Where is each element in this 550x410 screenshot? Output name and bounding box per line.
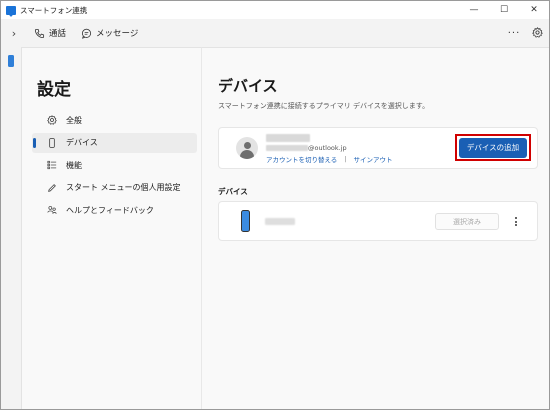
window-title: スマートフォン連携 — [20, 5, 88, 15]
window-controls: — ☐ ✕ — [459, 1, 549, 19]
sign-out-link[interactable]: サインアウト — [354, 154, 393, 164]
rail-phone-icon[interactable] — [8, 55, 14, 67]
account-email-redacted — [266, 145, 308, 151]
top-toolbar: › 通話 メッセージ ··· — [1, 19, 549, 47]
account-links: アカウントを切り替える | サインアウト — [266, 154, 393, 164]
menu-item-help-feedback[interactable]: ヘルプとフィードバック — [32, 200, 197, 220]
settings-gear-icon — [531, 26, 543, 40]
device-card: 選択済み — [218, 201, 538, 241]
page-title: デバイス — [218, 77, 278, 95]
smartphone-icon — [241, 210, 250, 232]
menu-item-label: ヘルプとフィードバック — [66, 205, 154, 215]
phone-call-icon — [33, 27, 45, 39]
calls-label: 通話 — [49, 29, 67, 39]
calls-button[interactable]: 通話 — [33, 27, 66, 39]
account-card: @outlook.jp アカウントを切り替える | サインアウト デバイスの追加 — [218, 127, 538, 169]
main-content: デバイス スマートフォン連携に接続するプライマリ デバイスを選択します。 @ou… — [201, 47, 549, 409]
messages-label: メッセージ — [96, 29, 139, 39]
link-separator: | — [344, 155, 347, 163]
expand-nav-button[interactable]: › — [3, 27, 25, 40]
messages-button[interactable]: メッセージ — [80, 27, 138, 39]
minimize-button[interactable]: — — [459, 1, 489, 19]
settings-button[interactable] — [525, 26, 549, 40]
phone-icon — [46, 137, 57, 148]
switch-account-link[interactable]: アカウントを切り替える — [266, 154, 337, 164]
device-more-options-button[interactable] — [509, 213, 523, 230]
menu-item-devices[interactable]: デバイス — [32, 132, 197, 153]
settings-menu: 全般 デバイス 機能 スタート メニューの個人用設定 ヘルプとフィードバック — [32, 110, 197, 223]
app-logo-icon — [6, 5, 16, 15]
gear-icon — [46, 115, 57, 126]
avatar — [236, 137, 258, 159]
more-dot-icon — [515, 220, 517, 223]
device-rail — [1, 47, 21, 409]
menu-item-label: デバイス — [66, 138, 98, 147]
list-icon — [46, 160, 57, 171]
maximize-button[interactable]: ☐ — [489, 1, 519, 19]
menu-item-label: 全般 — [66, 115, 82, 125]
menu-item-start-personalization[interactable]: スタート メニューの個人用設定 — [32, 178, 197, 198]
toolbar-right: ··· — [503, 19, 549, 47]
menu-item-features[interactable]: 機能 — [32, 155, 197, 175]
menu-item-label: スタート メニューの個人用設定 — [66, 183, 181, 192]
pen-icon — [46, 182, 57, 193]
more-options-button[interactable]: ··· — [503, 28, 525, 39]
selected-button[interactable]: 選択済み — [435, 213, 499, 230]
devices-heading: デバイス — [218, 187, 248, 196]
more-dot-icon — [515, 224, 517, 226]
settings-nav: 設定 全般 デバイス 機能 スタート メニューの個人用設定 ヘルプとフィードバッ… — [21, 47, 201, 409]
chat-bubble-icon — [80, 27, 92, 39]
more-dot-icon — [515, 217, 517, 219]
settings-title: 設定 — [37, 80, 71, 100]
close-button[interactable]: ✕ — [519, 1, 549, 19]
people-icon — [46, 205, 57, 216]
title-bar: スマートフォン連携 — ☐ ✕ — [1, 1, 549, 19]
account-email-domain: @outlook.jp — [308, 143, 347, 152]
device-name-redacted — [265, 218, 295, 225]
add-device-button[interactable]: デバイスの追加 — [459, 137, 527, 158]
menu-item-general[interactable]: 全般 — [32, 110, 197, 130]
menu-item-label: 機能 — [66, 160, 82, 170]
app-window: スマートフォン連携 — ☐ ✕ › 通話 メッセージ ··· 設定 全般 デバイ… — [0, 0, 550, 410]
account-name-redacted — [266, 134, 310, 142]
page-description: スマートフォン連携に接続するプライマリ デバイスを選択します。 — [218, 102, 430, 110]
